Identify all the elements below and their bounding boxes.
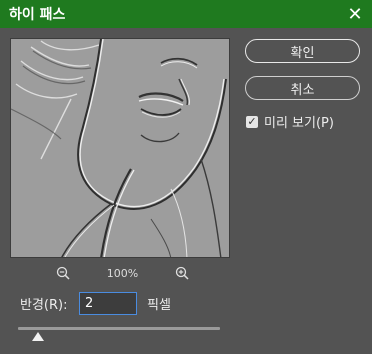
preview-label: 미리 보기(P) <box>264 116 334 131</box>
radius-unit: 픽셀 <box>147 298 171 313</box>
zoom-out-icon[interactable] <box>55 265 71 281</box>
checkmark-icon[interactable]: ✓ <box>246 115 258 128</box>
high-pass-dialog: 하이 패스 ✕ 확인 취소 ✓ 미리 보기(P) 100% 반경(R): 2 픽… <box>0 0 372 354</box>
zoom-in-icon[interactable] <box>174 265 190 281</box>
cancel-button[interactable]: 취소 <box>245 76 360 100</box>
preview-image[interactable] <box>10 38 230 258</box>
ok-button[interactable]: 확인 <box>245 39 360 63</box>
radius-label: 반경(R): <box>20 298 68 313</box>
close-icon[interactable]: ✕ <box>344 3 366 25</box>
radius-input[interactable] <box>79 292 137 315</box>
radius-slider-thumb[interactable] <box>32 332 45 341</box>
radius-slider-track[interactable] <box>18 327 220 330</box>
title-bar: 하이 패스 ✕ <box>0 0 372 28</box>
zoom-level: 100% <box>106 266 139 280</box>
dialog-title: 하이 패스 <box>9 7 66 23</box>
zoom-controls: 100% <box>55 264 190 282</box>
high-pass-preview-art <box>11 39 229 257</box>
preview-checkbox[interactable]: ✓ 미리 보기(P) <box>246 112 334 131</box>
